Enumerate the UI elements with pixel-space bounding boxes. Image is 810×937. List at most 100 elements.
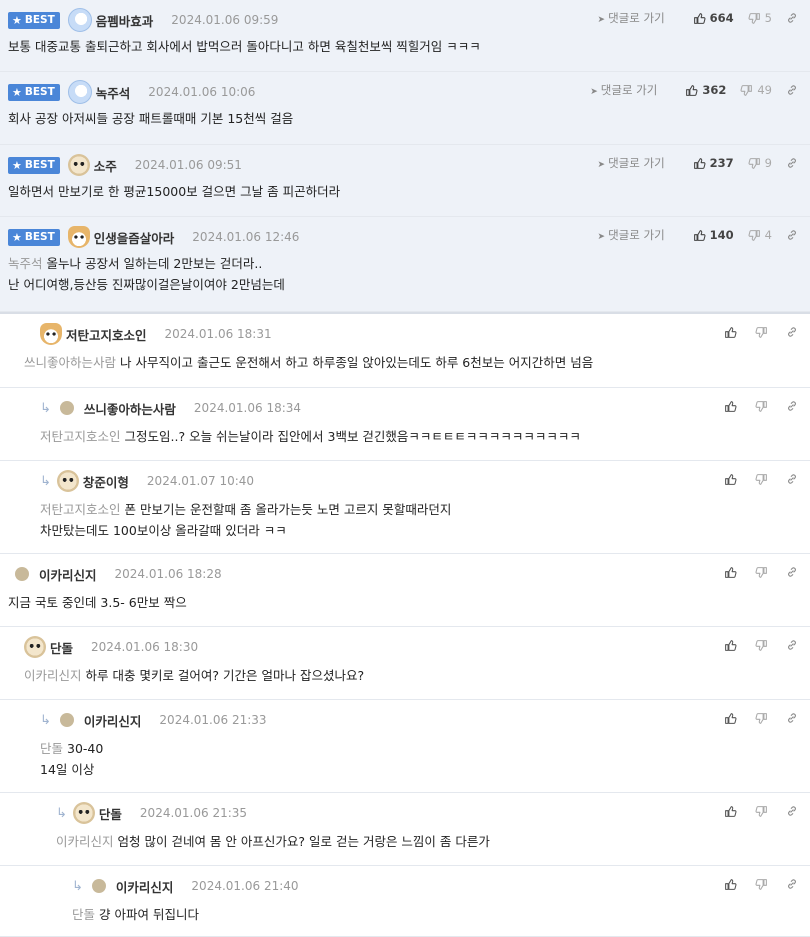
timestamp: 2024.01.06 18:31	[164, 327, 272, 341]
nickname[interactable]: 음펨바효과	[96, 11, 154, 30]
nickname[interactable]: 저탄고지호소인	[66, 325, 147, 344]
comment: ↳ 쓰니좋아하는사람 2024.01.06 18:34 저탄고지호소인 그정도임..? …	[0, 388, 810, 461]
thumbs-down-icon	[748, 12, 765, 25]
nickname[interactable]: 이카리신지	[116, 877, 174, 896]
share-link-button[interactable]	[786, 12, 798, 24]
upvote-button[interactable]	[724, 878, 741, 891]
comment-text: 엄청 많이 걷네여 몸 안 아프신가요? 일로 걷는 거랑은 느낌이 좀 다른가	[117, 834, 490, 849]
comment-line: 지금 국토 중인데 3.5- 6만보 짝으	[8, 592, 187, 613]
thumbs-up-icon	[685, 84, 702, 97]
nickname[interactable]: 녹주석	[96, 83, 131, 102]
nickname[interactable]: 쓰니좋아하는사람	[84, 399, 176, 418]
share-link-button[interactable]	[786, 566, 798, 578]
nickname[interactable]: 창준이형	[83, 472, 129, 491]
goto-comment-link[interactable]: ➤ 댓글로 가기	[598, 227, 665, 243]
upvote-button[interactable]	[724, 400, 741, 413]
comment-line: 보통 대중교통 출퇴근하고 회사에서 밥먹으러 돌아다니고 하면 육칠천보씩 찍…	[8, 36, 481, 57]
avatar	[15, 567, 29, 581]
comment-header: 단돌 2024.01.06 18:30	[24, 636, 198, 658]
downvote-button[interactable]	[755, 326, 772, 339]
link-icon	[786, 473, 798, 485]
goto-comment-link[interactable]: ➤ 댓글로 가기	[598, 10, 665, 26]
timestamp: 2024.01.07 10:40	[146, 474, 255, 488]
share-link-button[interactable]	[786, 400, 798, 412]
comment-line: 이카리신지 하루 대충 몇키로 걸어여? 기간은 얼마나 잡으셨나요?	[24, 665, 364, 686]
avatar	[67, 80, 92, 104]
goto-comment-link[interactable]: ➤ 댓글로 가기	[590, 82, 657, 98]
reply-arrow-icon: ↳	[40, 400, 51, 416]
mention-nick[interactable]: 저탄고지호소인	[40, 502, 121, 517]
best-label: BEST	[24, 159, 55, 171]
mention-nick[interactable]: 쓰니좋아하는사람	[24, 355, 116, 370]
share-link-button[interactable]	[786, 712, 798, 724]
downvote-button[interactable]: 4	[748, 228, 772, 242]
timestamp: 2024.01.06 18:28	[114, 567, 222, 581]
downvote-button[interactable]	[755, 878, 772, 891]
nickname[interactable]: 이카리신지	[39, 565, 97, 584]
thumbs-down-icon	[755, 878, 772, 891]
upvote-button[interactable]	[724, 473, 741, 486]
comment: ↳ 단돌 2024.01.06 21:35 이카리신지 엄청 많이 걷네여 몸 안 아프…	[0, 793, 810, 866]
nickname[interactable]: 단돌	[50, 638, 73, 657]
nickname[interactable]: 소주	[94, 156, 117, 175]
downvote-button[interactable]	[755, 639, 772, 652]
share-link-button[interactable]	[786, 805, 798, 817]
timestamp: 2024.01.06 18:34	[193, 401, 302, 415]
goto-label: 댓글로 가기	[600, 83, 658, 97]
share-link-button[interactable]	[786, 639, 798, 651]
mention-nick[interactable]: 단돌	[40, 741, 63, 756]
upvote-button[interactable]	[724, 326, 741, 339]
best-comment: ★ BEST 인생을즘살아라 2024.01.06 12:46 ➤ 댓글로 가기 140 4 녹…	[0, 217, 810, 312]
comment-text: 차만탔는데도 100보이상 올라갈때 있더라 ㅋㅋ	[40, 523, 287, 538]
share-link-button[interactable]	[786, 229, 798, 241]
downvote-button[interactable]	[755, 400, 772, 413]
upvote-count: 140	[709, 228, 734, 242]
nickname[interactable]: 단돌	[99, 804, 122, 823]
upvote-button[interactable]: 362	[685, 83, 726, 97]
mention-nick[interactable]: 단돌	[72, 907, 95, 922]
nickname[interactable]: 인생을즘살아라	[94, 228, 175, 247]
thumbs-up-icon	[693, 157, 710, 170]
upvote-button[interactable]: 237	[693, 156, 734, 170]
downvote-button[interactable]	[755, 473, 772, 486]
thumbs-up-icon	[693, 229, 710, 242]
comment-body: 일하면서 만보기로 한 평균15000보 걸으면 그날 좀 피곤하더라	[8, 181, 340, 202]
timestamp: 2024.01.06 10:06	[148, 85, 256, 99]
downvote-button[interactable]: 5	[748, 11, 772, 25]
share-link-button[interactable]	[786, 326, 798, 338]
share-link-button[interactable]	[786, 473, 798, 485]
downvote-button[interactable]	[755, 566, 772, 579]
mention-nick[interactable]: 이카리신지	[24, 668, 82, 683]
thumbs-down-icon	[755, 566, 772, 579]
downvote-button[interactable]: 49	[740, 83, 772, 97]
nickname[interactable]: 이카리신지	[84, 711, 142, 730]
downvote-button[interactable]	[755, 712, 772, 725]
downvote-button[interactable]: 9	[748, 156, 772, 170]
comment: ↳ 창준이형 2024.01.07 10:40 저탄고지호소인 폰 만보기는 운전할때 …	[0, 461, 810, 554]
upvote-button[interactable]	[724, 639, 741, 652]
link-icon	[786, 326, 798, 338]
best-badge: ★ BEST	[8, 228, 60, 246]
downvote-count: 5	[764, 11, 772, 25]
share-link-button[interactable]	[786, 84, 798, 96]
comment-header: ★ BEST 녹주석 2024.01.06 10:06	[8, 80, 256, 104]
comment-line: 이카리신지 엄청 많이 걷네여 몸 안 아프신가요? 일로 걷는 거랑은 느낌이 …	[56, 831, 490, 852]
comment-body: 이카리신지 엄청 많이 걷네여 몸 안 아프신가요? 일로 걷는 거랑은 느낌이 …	[56, 831, 490, 852]
share-link-button[interactable]	[786, 157, 798, 169]
mention-nick[interactable]: 저탄고지호소인	[40, 429, 121, 444]
best-label: BEST	[24, 14, 55, 26]
upvote-button[interactable]: 140	[693, 228, 734, 242]
mention-nick[interactable]: 녹주석	[8, 256, 43, 271]
upvote-button[interactable]	[724, 712, 741, 725]
upvote-button[interactable]: 664	[693, 11, 734, 25]
upvote-button[interactable]	[724, 805, 741, 818]
comment-header: ↳ 창준이형 2024.01.07 10:40	[40, 470, 255, 492]
comment-body: 저탄고지호소인 폰 만보기는 운전할때 좀 올라가는듯 노면 고르지 못할때라던지…	[40, 499, 451, 541]
mention-nick[interactable]: 이카리신지	[56, 834, 114, 849]
goto-comment-link[interactable]: ➤ 댓글로 가기	[598, 155, 665, 171]
share-link-button[interactable]	[786, 878, 798, 890]
comment: 단돌 2024.01.06 18:30 이카리신지 하루 대충 몇키로 걸어여? 기간…	[0, 627, 810, 700]
downvote-button[interactable]	[755, 805, 772, 818]
upvote-button[interactable]	[724, 566, 741, 579]
comment-body: 단돌 걍 아파여 뒤집니다	[72, 904, 199, 925]
